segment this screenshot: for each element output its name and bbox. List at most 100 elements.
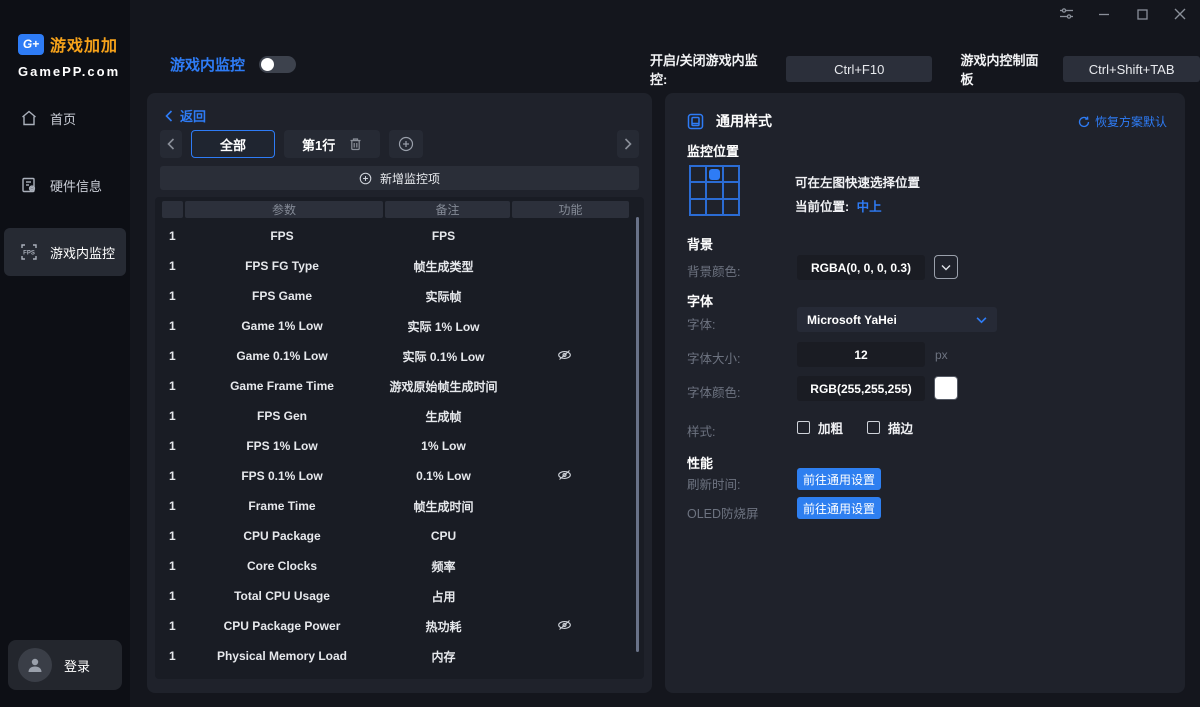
font-color-swatch[interactable] [934, 376, 958, 400]
background-color-value[interactable]: RGBA(0, 0, 0, 0.3) [797, 255, 925, 280]
position-cell-top-center[interactable] [706, 166, 722, 182]
back-link[interactable]: 返回 [165, 106, 206, 125]
row-note: 0.1% Low [381, 469, 506, 483]
table-row[interactable]: 1 Game 1% Low 实际 1% Low [162, 311, 634, 341]
hotkey-panel-value[interactable]: Ctrl+Shift+TAB [1063, 56, 1200, 82]
table-header: 参数 备注 功能 [162, 201, 634, 218]
table-row[interactable]: 1 FPS FPS [162, 221, 634, 251]
chevron-left-icon [165, 110, 173, 122]
table-scrollbar[interactable] [636, 217, 639, 652]
add-row-tab-button[interactable] [389, 130, 423, 158]
position-cell-middle-right[interactable] [723, 182, 739, 198]
row-note: 占用 [381, 588, 506, 605]
monitor-items-panel: 返回 全部 第1行 新增监控项 [147, 93, 652, 693]
table-row[interactable]: 1 CPU Package CPU [162, 521, 634, 551]
row-note: 热功耗 [381, 618, 506, 635]
table-body: 1 FPS FPS 1 FPS FG Type 帧生成类型 1 FPS Game… [162, 221, 634, 671]
tab-row1-label: 第1行 [302, 135, 335, 154]
font-size-value[interactable]: 12 [797, 342, 925, 367]
performance-section-label: 性能 [687, 453, 713, 472]
position-cell-bottom-left[interactable] [690, 199, 706, 215]
font-style-options: 加粗 描边 [797, 418, 913, 437]
table-row[interactable]: 1 FPS FG Type 帧生成类型 [162, 251, 634, 281]
row-count: 1 [162, 469, 183, 483]
font-size-unit: px [935, 348, 948, 362]
row-param: FPS 1% Low [183, 439, 381, 453]
row-count: 1 [162, 439, 183, 453]
oled-protect-label: OLED防烧屏 [687, 503, 759, 522]
position-cell-bottom-right[interactable] [723, 199, 739, 215]
position-cell-middle-center[interactable] [706, 182, 722, 198]
position-cell-middle-left[interactable] [690, 182, 706, 198]
sidebar-item-home[interactable]: 首页 [4, 94, 126, 142]
table-row[interactable]: 1 CPU Package Power 热功耗 [162, 611, 634, 641]
position-cell-top-right[interactable] [723, 166, 739, 182]
minimize-icon[interactable] [1096, 6, 1112, 22]
row-func [506, 229, 623, 244]
add-monitor-item-button[interactable]: 新增监控项 [160, 166, 639, 190]
sidebar-item-hardware-info[interactable]: 硬件信息 [4, 161, 126, 209]
hotkey-toggle-value[interactable]: Ctrl+F10 [786, 56, 932, 82]
font-style-label: 样式: [687, 421, 715, 440]
monitor-items-table: 参数 备注 功能 1 FPS FPS 1 FPS FG Type 帧生成类型 1… [155, 197, 644, 679]
table-row[interactable]: 1 FPS 0.1% Low 0.1% Low [162, 461, 634, 491]
table-row[interactable]: 1 Physical Memory Load 内存 [162, 641, 634, 671]
overlay-toggle-switch[interactable] [259, 56, 296, 73]
overlay-title: 游戏内监控 [170, 54, 245, 75]
row-count: 1 [162, 289, 183, 303]
row-count: 1 [162, 499, 183, 513]
row-count: 1 [162, 349, 183, 363]
eye-off-icon[interactable] [557, 349, 572, 361]
refresh-time-settings-button[interactable]: 前往通用设置 [797, 468, 881, 490]
trash-icon[interactable] [349, 137, 362, 151]
position-grid[interactable] [689, 165, 740, 216]
table-row[interactable]: 1 Frame Time 帧生成时间 [162, 491, 634, 521]
oled-settings-button[interactable]: 前往通用设置 [797, 497, 881, 519]
table-row[interactable]: 1 Game 0.1% Low 实际 0.1% Low [162, 341, 634, 371]
app-logo: G+ 游戏加加 GamePP.com [18, 32, 120, 79]
chevron-left-icon [167, 138, 175, 150]
row-param: Game 0.1% Low [183, 349, 381, 363]
position-current: 当前位置: 中上 [795, 196, 882, 215]
restore-defaults-link[interactable]: 恢复方案默认 [1078, 113, 1167, 130]
bold-checkbox[interactable]: 加粗 [797, 418, 843, 437]
eye-off-icon[interactable] [557, 469, 572, 481]
outline-label: 描边 [888, 418, 913, 437]
table-row[interactable]: 1 Total CPU Usage 占用 [162, 581, 634, 611]
settings-sliders-icon[interactable] [1058, 6, 1074, 22]
table-row[interactable]: 1 FPS Game 实际帧 [162, 281, 634, 311]
home-icon [20, 109, 38, 127]
row-param: FPS Gen [183, 409, 381, 423]
tabs-scroll-right-button[interactable] [617, 130, 639, 158]
overlay-header: 游戏内监控 [170, 54, 296, 75]
position-cell-bottom-center[interactable] [706, 199, 722, 215]
sidebar: G+ 游戏加加 GamePP.com 首页 硬件信息 FPS [0, 0, 130, 707]
position-cell-top-left[interactable] [690, 166, 706, 182]
position-current-value: 中上 [857, 200, 882, 214]
row-count: 1 [162, 379, 183, 393]
table-row[interactable]: 1 FPS 1% Low 1% Low [162, 431, 634, 461]
position-hint: 可在左图快速选择位置 [795, 172, 920, 191]
table-row[interactable]: 1 Game Frame Time 游戏原始帧生成时间 [162, 371, 634, 401]
toggle-knob [261, 58, 274, 71]
row-func [506, 259, 623, 274]
row-count: 1 [162, 229, 183, 243]
close-icon[interactable] [1172, 6, 1188, 22]
login-button[interactable]: 登录 [8, 640, 122, 690]
font-family-select[interactable]: Microsoft YaHei [797, 307, 997, 332]
table-row[interactable]: 1 Core Clocks 频率 [162, 551, 634, 581]
font-color-value[interactable]: RGB(255,255,255) [797, 376, 925, 401]
table-row[interactable]: 1 FPS Gen 生成帧 [162, 401, 634, 431]
row-count: 1 [162, 529, 183, 543]
row-note: 游戏原始帧生成时间 [381, 378, 506, 395]
font-family-value: Microsoft YaHei [807, 313, 897, 327]
outline-checkbox[interactable]: 描边 [867, 418, 913, 437]
tab-row1[interactable]: 第1行 [284, 130, 380, 158]
eye-off-icon[interactable] [557, 619, 572, 631]
tab-all[interactable]: 全部 [191, 130, 275, 158]
tabs-scroll-left-button[interactable] [160, 130, 182, 158]
maximize-icon[interactable] [1134, 6, 1150, 22]
row-note: 生成帧 [381, 408, 506, 425]
background-color-dropdown-button[interactable] [934, 255, 958, 279]
sidebar-item-ingame-monitor[interactable]: FPS 游戏内监控 [4, 228, 126, 276]
